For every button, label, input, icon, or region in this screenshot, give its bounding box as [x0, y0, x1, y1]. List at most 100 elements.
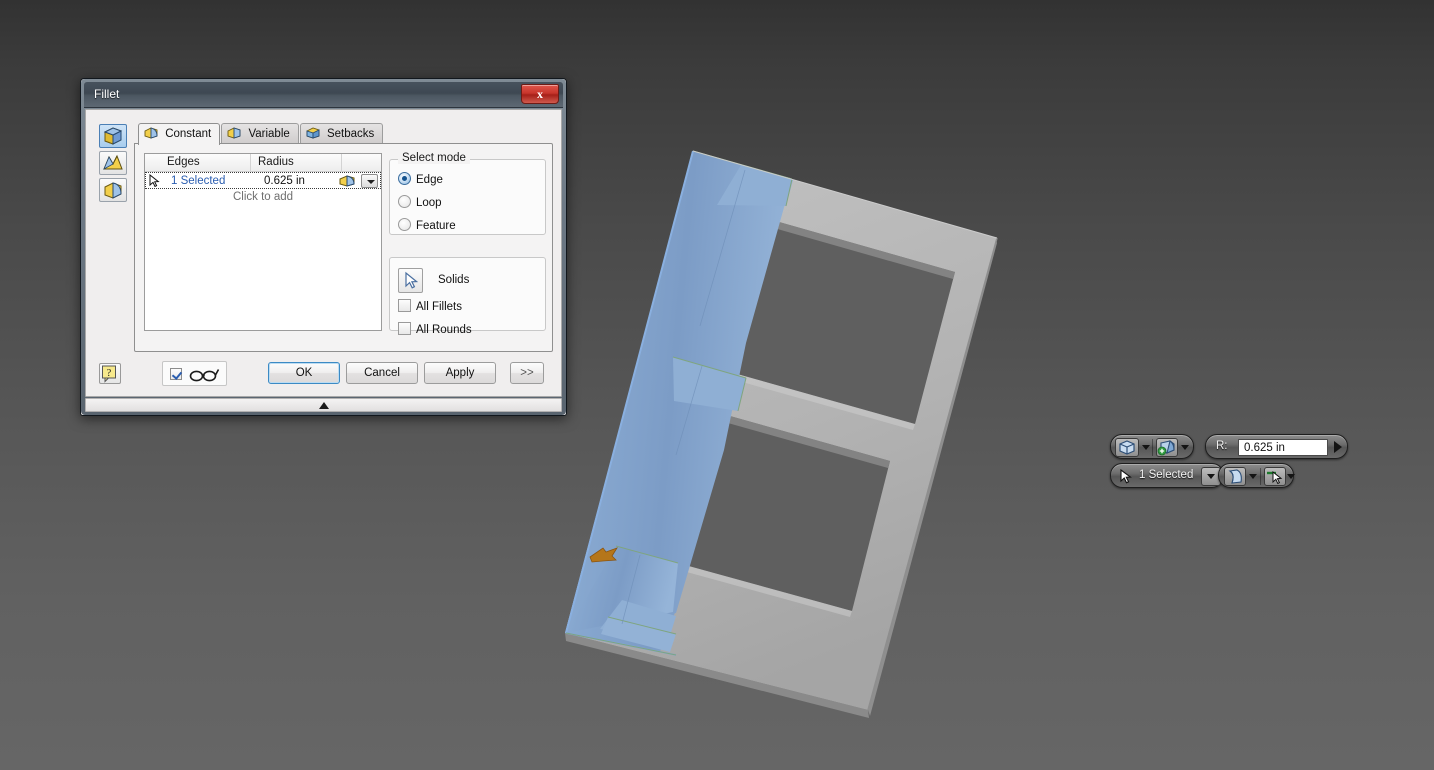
radio-feature-label: Feature: [416, 220, 456, 232]
radio-edge-label: Edge: [416, 174, 443, 186]
collapse-arrow-icon: [318, 402, 329, 409]
preview-toggle[interactable]: [162, 361, 227, 386]
row-fillet-icon[interactable]: [338, 173, 356, 189]
checkbox-indicator: [398, 299, 411, 312]
table-row[interactable]: 1 Selected 0.625 in: [145, 172, 381, 189]
column-divider: [341, 154, 342, 172]
tab-setbacks[interactable]: Setbacks: [299, 123, 384, 144]
edge-fillet-button[interactable]: [99, 124, 127, 148]
mini-toolbar-row-2: 1 Selected: [1110, 463, 1295, 488]
row-edges-value[interactable]: 1 Selected: [171, 175, 225, 187]
chevron-down-icon[interactable]: [1181, 445, 1189, 450]
row-dropdown-button[interactable]: [361, 174, 378, 188]
constant-tab-panel: Edges Radius 1 Selected 0.625 in Click t…: [134, 143, 553, 352]
apply-button[interactable]: Apply: [424, 362, 496, 384]
fillet-type-toolbar: [99, 124, 129, 205]
radio-edge[interactable]: Edge: [398, 172, 443, 186]
all-fillets-label: All Fillets: [416, 301, 463, 313]
fillet-preview-icon: [1228, 469, 1242, 484]
help-icon: ?: [102, 365, 116, 383]
fillet-preview-button[interactable]: [1224, 467, 1246, 486]
face-fillet-icon: [103, 154, 123, 170]
tab-constant[interactable]: Constant: [138, 123, 221, 145]
select-mode-title: Select mode: [398, 152, 470, 164]
ok-button[interactable]: OK: [268, 362, 340, 384]
radio-indicator: [398, 195, 411, 208]
dialog-title: Fillet: [94, 87, 120, 101]
fillet-dialog[interactable]: Fillet x Constant Variable Setbacks Edge…: [80, 78, 567, 416]
dialog-titlebar[interactable]: Fillet x: [84, 82, 563, 108]
radius-label: R:: [1216, 440, 1228, 452]
fillet-setbacks-icon: [305, 126, 321, 140]
play-arrow-icon[interactable]: [1334, 441, 1342, 453]
svg-text:?: ?: [107, 368, 112, 379]
dialog-footer: ? OK Cancel Apply >>: [86, 358, 561, 392]
column-header-edges: Edges: [167, 156, 200, 168]
cancel-button[interactable]: Cancel: [346, 362, 418, 384]
dialog-body: Constant Variable Setbacks Edges Radius …: [85, 109, 562, 397]
add-fillet-button[interactable]: [1156, 438, 1178, 457]
radio-loop[interactable]: Loop: [398, 195, 442, 209]
solids-label: Solids: [438, 274, 470, 286]
full-round-fillet-button[interactable]: [99, 178, 127, 202]
add-fillet-icon: [1157, 440, 1175, 456]
fillet-mini-toolbar[interactable]: R: 0.625 in 1 Selected: [1110, 434, 1348, 492]
selection-pill: 1 Selected: [1110, 463, 1224, 488]
fillet-variable-icon: [226, 126, 242, 140]
all-rounds-label: All Rounds: [416, 324, 472, 336]
mini-row2-right-pill: [1218, 463, 1295, 488]
preview-checkbox[interactable]: [170, 368, 182, 380]
chevron-down-icon[interactable]: [1287, 474, 1295, 479]
solid-body-button[interactable]: [1115, 438, 1139, 457]
tab-variable[interactable]: Variable: [221, 123, 299, 144]
select-solids-button[interactable]: [398, 268, 423, 293]
fillet-constant-icon: [143, 126, 159, 140]
full-round-fillet-icon: [104, 182, 122, 199]
arrow-cursor-icon: [405, 271, 419, 289]
column-header-radius: Radius: [258, 156, 294, 168]
edge-select-icon: [1267, 470, 1283, 485]
radio-indicator: [398, 218, 411, 231]
row-cursor-icon: [149, 173, 161, 188]
chevron-down-icon[interactable]: [1249, 474, 1257, 479]
checkbox-all-fillets[interactable]: All Fillets: [398, 299, 462, 313]
click-to-add-row[interactable]: Click to add: [145, 189, 381, 203]
solids-group: Solids All Fillets All Rounds: [389, 257, 546, 336]
edge-fillet-icon: [103, 127, 123, 145]
edge-select-button[interactable]: [1264, 467, 1286, 486]
divider: [1152, 439, 1153, 456]
radio-feature[interactable]: Feature: [398, 218, 456, 232]
radio-indicator: [398, 172, 411, 185]
edges-table-header: Edges Radius: [145, 154, 381, 172]
solid-body-icon: [1119, 440, 1135, 455]
divider: [1260, 468, 1261, 485]
edges-table[interactable]: Edges Radius 1 Selected 0.625 in Click t…: [144, 153, 382, 331]
chevron-down-icon[interactable]: [1142, 445, 1150, 450]
row-radius-value[interactable]: 0.625 in: [264, 175, 305, 187]
fillet-tabs: Constant Variable Setbacks: [138, 123, 553, 145]
radius-input[interactable]: 0.625 in: [1238, 439, 1328, 456]
direction-arrow-icon: [589, 547, 618, 563]
mini-row1-left-pill: [1110, 434, 1194, 459]
more-options-button[interactable]: >>: [510, 362, 544, 384]
checkbox-all-rounds[interactable]: All Rounds: [398, 322, 472, 336]
glasses-icon: [189, 367, 221, 387]
dialog-collapse-strip[interactable]: [85, 398, 562, 412]
arrow-cursor-icon: [1119, 468, 1132, 489]
mini-toolbar-row-1: R: 0.625 in: [1110, 434, 1348, 459]
tab-setbacks-label: Setbacks: [326, 128, 375, 140]
selection-count-label: 1 Selected: [1139, 469, 1194, 481]
checkbox-indicator: [398, 322, 411, 335]
radio-loop-label: Loop: [416, 197, 442, 209]
tab-constant-label: Constant: [165, 128, 212, 140]
close-icon[interactable]: x: [521, 84, 559, 104]
help-button[interactable]: ?: [99, 363, 121, 384]
face-fillet-button[interactable]: [99, 151, 127, 175]
column-divider: [250, 154, 251, 172]
tab-variable-label: Variable: [248, 128, 290, 140]
cad-viewport[interactable]: Fillet x Constant Variable Setbacks Edge…: [0, 0, 1434, 770]
radius-pill: R: 0.625 in: [1205, 434, 1348, 459]
chevron-down-icon[interactable]: [1207, 474, 1215, 479]
plus-badge: [1157, 446, 1167, 456]
select-mode-group: Select mode Edge Loop Feature: [389, 152, 546, 235]
